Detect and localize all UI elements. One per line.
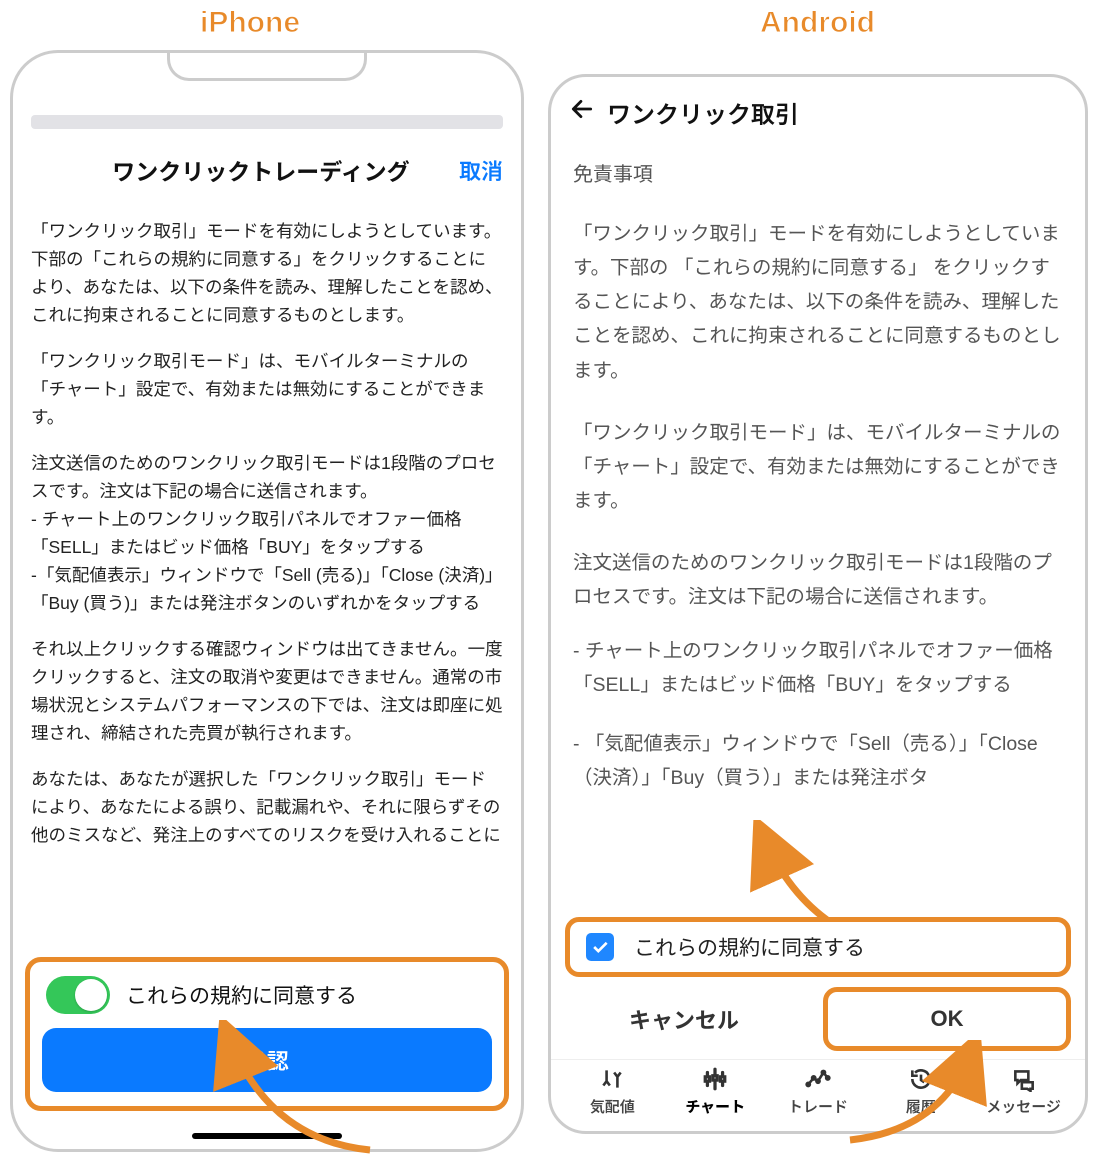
terms-paragraph: それ以上クリックする確認ウィンドウは出てきません。一度クリックすると、注文の取消… — [31, 635, 503, 747]
agree-toggle[interactable] — [46, 976, 110, 1014]
tab-quotes[interactable]: 気配値 — [564, 1066, 660, 1117]
iphone-titlebar: ワンクリックトレーディング 取消 — [31, 153, 503, 187]
tab-messages[interactable]: メッセージ — [976, 1066, 1072, 1117]
terms-paragraph: - 「気配値表示」ウィンドウで「Sell（売る）」「Close（決済）」「Buy… — [573, 727, 1063, 795]
tab-label: トレード — [788, 1096, 848, 1117]
tab-label: メッセージ — [986, 1096, 1061, 1117]
annotation-android-label: Android — [760, 6, 875, 40]
back-button[interactable] — [569, 96, 595, 129]
iphone-device-frame: ワンクリックトレーディング 取消 「ワンクリック取引」モードを有効にしようとして… — [10, 50, 524, 1152]
approve-button[interactable]: 承認 — [42, 1028, 492, 1092]
arrow-left-icon — [569, 96, 595, 122]
highlight-agree-area: これらの規約に同意する 承認 — [25, 957, 509, 1111]
agree-label: これらの規約に同意する — [634, 932, 865, 962]
ok-button[interactable]: OK — [828, 992, 1066, 1046]
highlight-ok-button: OK — [823, 987, 1071, 1051]
disclaimer-heading: 免責事項 — [573, 158, 1063, 193]
tab-trade[interactable]: トレード — [770, 1066, 866, 1117]
page-title: ワンクリックトレーディング — [31, 153, 451, 187]
terms-paragraph: あなたは、あなたが選択した「ワンクリック取引」モードにより、あなたによる誤り、記… — [31, 765, 503, 849]
quotes-icon — [597, 1066, 627, 1092]
tab-label: チャート — [685, 1096, 745, 1117]
terms-paragraph: 「ワンクリック取引」モードを有効にしようとしています。下部の「これらの規約に同意… — [31, 217, 503, 329]
iphone-notch — [167, 51, 367, 81]
terms-paragraph: 「ワンクリック取引モード」は、モバイルターミナルの「チャート」設定で、有効または… — [31, 347, 503, 431]
agree-label: これらの規約に同意する — [126, 980, 357, 1010]
tab-label: 気配値 — [590, 1096, 635, 1117]
dialog-button-row: キャンセル OK — [551, 977, 1085, 1059]
chart-icon — [700, 1066, 730, 1092]
android-device-frame: ワンクリック取引 免責事項 「ワンクリック取引」モードを有効にしようとしています… — [548, 74, 1088, 1134]
android-appbar: ワンクリック取引 — [551, 95, 1085, 148]
terms-paragraph: 注文送信のためのワンクリック取引モードは1段階のプロセスです。注文は下記の場合に… — [31, 449, 503, 617]
history-icon — [906, 1066, 936, 1092]
terms-paragraph: 「ワンクリック取引モード」は、モバイルターミナルの「チャート」設定で、有効または… — [573, 416, 1063, 518]
annotation-iphone-label: iPhone — [200, 6, 300, 40]
terms-paragraph: 「ワンクリック取引」モードを有効にしようとしています。下部の 「これらの規約に同… — [573, 217, 1063, 388]
check-icon — [590, 937, 610, 957]
home-indicator[interactable] — [192, 1133, 342, 1139]
terms-body[interactable]: 「ワンクリック取引」モードを有効にしようとしています。下部の「これらの規約に同意… — [31, 217, 503, 957]
cancel-button[interactable]: キャンセル — [565, 989, 803, 1049]
terms-paragraph: 注文送信のためのワンクリック取引モードは1段階のプロセスです。注文は下記の場合に… — [573, 546, 1063, 614]
trade-icon — [803, 1066, 833, 1092]
tab-label: 履歴 — [906, 1096, 936, 1117]
terms-paragraph: - チャート上のワンクリック取引パネルでオファー価格「SELL」またはビッド価格… — [573, 634, 1063, 702]
message-icon — [1009, 1066, 1039, 1092]
sheet-drag-handle[interactable] — [31, 115, 503, 129]
page-title: ワンクリック取引 — [607, 95, 799, 130]
bottom-tabbar: 気配値 チャート トレード 履歴 メッセージ — [551, 1059, 1085, 1131]
cancel-button[interactable]: 取消 — [459, 154, 503, 186]
agree-checkbox[interactable] — [586, 933, 614, 961]
tab-history[interactable]: 履歴 — [873, 1066, 969, 1117]
tab-chart[interactable]: チャート — [667, 1066, 763, 1117]
highlight-agree-row: これらの規約に同意する — [565, 917, 1071, 977]
terms-scroll[interactable]: 免責事項 「ワンクリック取引」モードを有効にしようとしています。下部の 「これら… — [551, 148, 1085, 917]
